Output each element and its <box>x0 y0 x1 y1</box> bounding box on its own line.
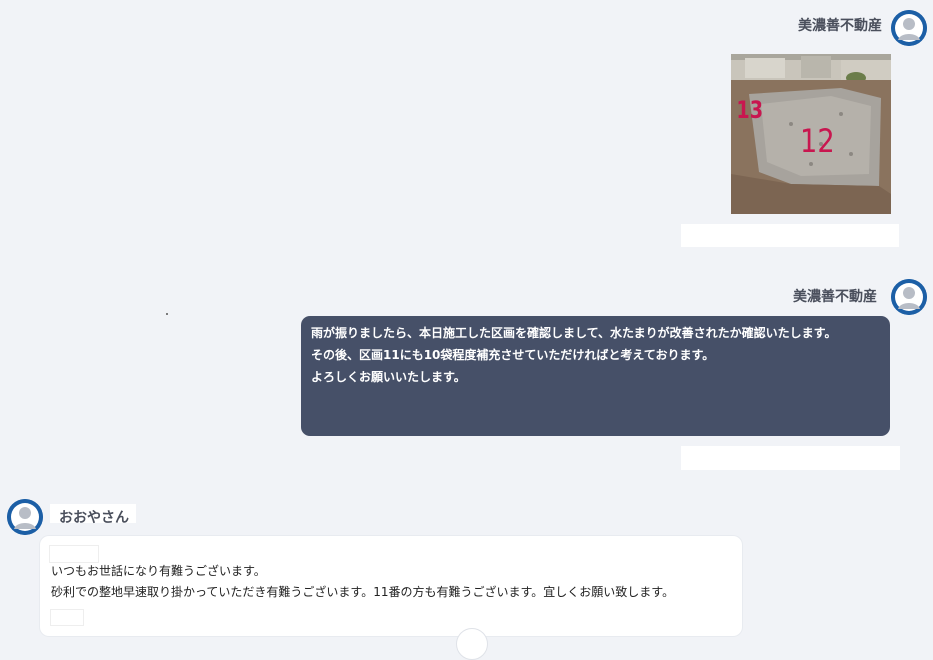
stray-dot <box>166 313 168 315</box>
sender-name: 美濃善不動産 <box>798 18 882 34</box>
scroll-indicator[interactable] <box>456 628 488 660</box>
message-photo[interactable]: 13 12 <box>731 54 891 214</box>
message-line: よろしくお願いいたします。 <box>311 370 466 384</box>
message-line: いつもお世話になり有難うございます。 <box>51 564 266 578</box>
avatar[interactable] <box>891 279 927 315</box>
message-line: その後、区画11にも10袋程度補充させていただければと考えております。 <box>311 348 715 362</box>
user-avatar-icon <box>891 10 927 46</box>
bubble-header-placeholder <box>49 545 99 563</box>
outgoing-message-bubble: 雨が振りましたら、本日施工した区画を確認しまして、水たまりが改善されたか確認いた… <box>301 316 890 436</box>
sender-name: 美濃善不動産 <box>793 289 877 305</box>
avatar[interactable] <box>891 10 927 46</box>
bubble-footer-placeholder <box>50 609 84 626</box>
incoming-message-bubble: いつもお世話になり有難うございます。 砂利での整地早速取り掛かっていただき有難う… <box>40 536 742 636</box>
photo-label-13: 13 <box>736 96 764 124</box>
avatar[interactable] <box>7 499 43 535</box>
message-footer-strip <box>681 224 899 247</box>
message-footer-strip <box>681 446 900 470</box>
user-avatar-icon <box>7 499 43 535</box>
sender-name: おおやさん <box>59 510 129 526</box>
message-line: 砂利での整地早速取り掛かっていただき有難うございます。11番の方も有難うございま… <box>51 585 675 599</box>
photo-label-12: 12 <box>800 122 835 160</box>
user-avatar-icon <box>891 279 927 315</box>
message-line: 雨が振りましたら、本日施工した区画を確認しまして、水たまりが改善されたか確認いた… <box>311 326 837 340</box>
